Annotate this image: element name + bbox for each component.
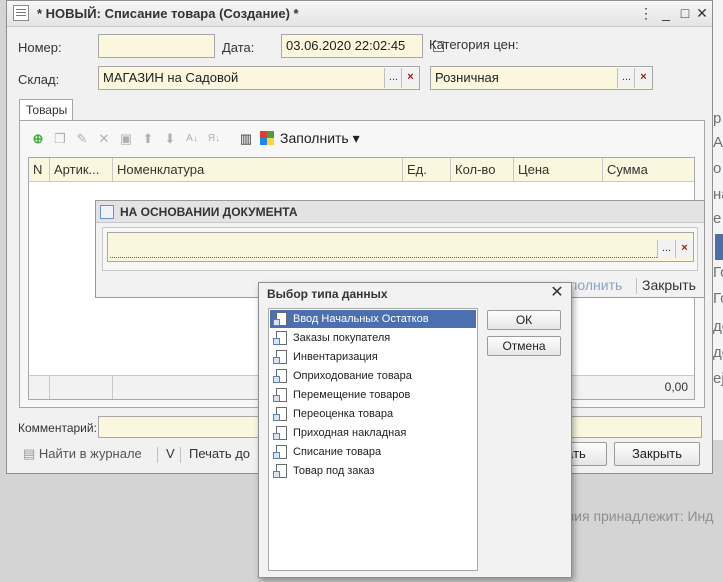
fill-menu-button[interactable]: Заполнить ▾ xyxy=(260,130,360,147)
dialog-cancel-button[interactable]: Отмена xyxy=(487,336,561,356)
copy-icon[interactable]: ❐ xyxy=(52,131,68,147)
background-text: Го xyxy=(713,290,723,307)
column-header[interactable]: Ед. xyxy=(403,158,451,182)
document-icon xyxy=(13,5,29,21)
delete-icon[interactable]: ✕ xyxy=(96,131,112,147)
find-in-journal-link[interactable]: ▤ Найти в журнале xyxy=(23,446,142,462)
divider xyxy=(157,447,158,463)
basis-close-button[interactable]: Закрыть xyxy=(642,277,696,293)
price-category-value: Розничная xyxy=(435,70,499,85)
list-item[interactable]: Приходная накладная xyxy=(270,424,476,442)
price-category-select-button[interactable]: ... xyxy=(617,68,635,88)
document-icon xyxy=(273,407,287,421)
document-icon xyxy=(273,350,287,364)
warehouse-clear-button[interactable]: × xyxy=(401,68,419,88)
total-sum: 0,00 xyxy=(664,380,688,394)
maximize-icon[interactable]: □ xyxy=(676,4,694,22)
move-up-icon[interactable]: ⬆ xyxy=(140,131,156,147)
background-text: р xyxy=(713,110,722,127)
dialog-ok-button[interactable]: ОК xyxy=(487,310,561,330)
close-button[interactable]: Закрыть xyxy=(614,442,700,466)
document-icon xyxy=(273,369,287,383)
list-item[interactable]: Списание товара xyxy=(270,443,476,461)
column-header[interactable]: N xyxy=(29,158,50,182)
column-header[interactable]: Номенклатура xyxy=(113,158,403,182)
tab-goods[interactable]: Товары xyxy=(19,99,73,121)
warehouse-field[interactable]: МАГАЗИН на Садовой ... × xyxy=(98,66,420,90)
background-selection xyxy=(715,234,723,260)
minimize-icon[interactable]: _ xyxy=(657,4,675,22)
window-title: * НОВЫЙ: Списание товара (Создание) * xyxy=(37,6,299,21)
sort-asc-icon[interactable]: A↓ xyxy=(184,131,200,147)
edit-icon[interactable]: ✎ xyxy=(74,131,90,147)
warehouse-value: МАГАЗИН на Садовой xyxy=(103,70,239,85)
date-value: 03.06.2020 22:02:45 xyxy=(286,38,406,53)
warehouse-label: Склад: xyxy=(18,72,60,87)
table-header: N Артик... Номенклатура Ед. Кол-во Цена … xyxy=(29,158,694,182)
dialog-title: Выбор типа данных xyxy=(267,287,388,301)
date-field[interactable]: 03.06.2020 22:02:45 xyxy=(281,34,423,58)
background-text: до xyxy=(713,344,723,361)
sort-desc-icon[interactable]: Я↓ xyxy=(206,131,222,147)
comment-label: Комментарий: xyxy=(18,421,97,435)
basis-document-field[interactable]: ... × xyxy=(107,232,694,262)
background-text: о xyxy=(713,160,722,177)
based-on-document-header: НА ОСНОВАНИИ ДОКУМЕНТА xyxy=(96,201,704,223)
basis-clear-button[interactable]: × xyxy=(675,240,693,258)
fill-grid-icon xyxy=(260,131,274,145)
column-header[interactable]: Артик... xyxy=(50,158,113,182)
list-item[interactable]: Заказы покупателя xyxy=(270,329,476,347)
background-text: на xyxy=(713,186,723,203)
background-text: е xyxy=(713,210,722,227)
document-link-icon xyxy=(100,205,114,219)
number-label: Номер: xyxy=(18,40,62,55)
license-status-text: нзия принадлежит: Инд xyxy=(560,508,714,524)
based-on-document-body: ... × xyxy=(102,227,698,271)
barcode-icon[interactable]: ▥ xyxy=(238,131,254,147)
document-icon xyxy=(273,445,287,459)
list-item[interactable]: Перемещение товаров xyxy=(270,386,476,404)
document-icon xyxy=(273,312,287,326)
list-item[interactable]: Товар под заказ xyxy=(270,462,476,480)
based-on-document-title: НА ОСНОВАНИИ ДОКУМЕНТА xyxy=(120,205,298,219)
number-field[interactable] xyxy=(98,34,215,58)
list-item[interactable]: Инвентаризация xyxy=(270,348,476,366)
date-label: Дата: xyxy=(222,40,255,55)
data-type-list[interactable]: Ввод Начальных Остатков Заказы покупател… xyxy=(268,308,478,571)
background-text: еј xyxy=(713,370,723,387)
list-item[interactable]: Переоценка товара xyxy=(270,405,476,423)
close-icon[interactable]: ✕ xyxy=(549,285,565,301)
basis-select-button[interactable]: ... xyxy=(657,240,675,258)
data-type-dialog: Выбор типа данных ✕ Ввод Начальных Остат… xyxy=(258,282,572,578)
price-category-clear-button[interactable]: × xyxy=(634,68,652,88)
background-text: до xyxy=(713,318,723,335)
divider xyxy=(180,447,181,463)
document-icon xyxy=(273,464,287,478)
window-menu-icon[interactable]: ⋮ xyxy=(637,4,655,22)
column-header[interactable]: Сумма xyxy=(603,158,694,182)
window-titlebar[interactable]: * НОВЫЙ: Списание товара (Создание) * ⋮ … xyxy=(7,1,712,27)
warehouse-select-button[interactable]: ... xyxy=(384,68,402,88)
save-icon[interactable]: ▣ xyxy=(118,131,134,147)
column-header[interactable]: Цена xyxy=(514,158,603,182)
print-document-button[interactable]: Печать до xyxy=(189,446,250,461)
divider xyxy=(636,278,637,294)
document-icon xyxy=(273,331,287,345)
price-category-label: Категория цен: xyxy=(429,37,519,52)
v-button[interactable]: V xyxy=(166,446,175,461)
background-text: Го xyxy=(713,264,723,281)
column-header[interactable]: Кол-во xyxy=(451,158,514,182)
background-text: А xyxy=(713,134,723,151)
move-down-icon[interactable]: ⬇ xyxy=(162,131,178,147)
document-icon xyxy=(273,388,287,402)
close-icon[interactable]: ✕ xyxy=(693,4,711,22)
document-icon xyxy=(273,426,287,440)
list-item[interactable]: Оприходование товара xyxy=(270,367,476,385)
list-item[interactable]: Ввод Начальных Остатков xyxy=(270,310,476,328)
price-category-field[interactable]: Розничная ... × xyxy=(430,66,653,90)
add-icon[interactable]: ⊕ xyxy=(30,131,46,147)
